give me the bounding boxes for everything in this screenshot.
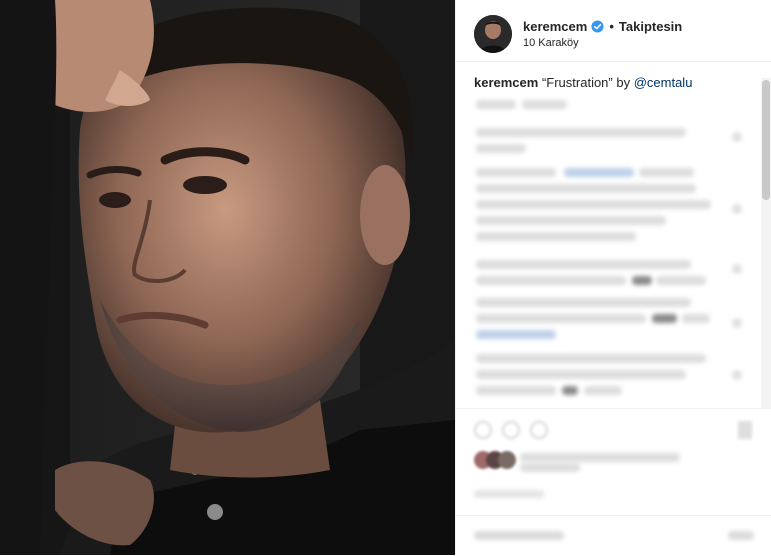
blurred-text	[632, 276, 652, 285]
header-username[interactable]: keremcem	[523, 19, 587, 34]
comment-like-icon[interactable]	[732, 370, 742, 380]
blurred-text	[476, 276, 626, 285]
blurred-text	[476, 168, 556, 177]
heart-icon[interactable]	[474, 421, 492, 439]
share-icon[interactable]	[530, 421, 548, 439]
header-meta: keremcem • Takiptesin 10 Karaköy	[523, 19, 682, 49]
portrait-image	[0, 0, 455, 555]
blurred-text	[652, 314, 677, 323]
blurred-text	[476, 184, 696, 193]
action-bar	[456, 408, 771, 449]
blurred-text	[476, 386, 556, 395]
comment-like-icon[interactable]	[732, 264, 742, 274]
avatar[interactable]	[474, 14, 512, 53]
post-photo[interactable]	[0, 0, 455, 555]
caption-mention-link[interactable]: @cemtalu	[634, 75, 693, 90]
blurred-text	[476, 128, 686, 137]
blurred-text	[562, 386, 578, 395]
caption-text: “Frustration” by	[541, 75, 634, 90]
blurred-text	[476, 232, 636, 241]
caption: keremcem “Frustration” by @cemtalu	[456, 62, 771, 92]
blurred-text	[656, 276, 706, 285]
comment-like-icon[interactable]	[732, 204, 742, 214]
blurred-text	[522, 100, 567, 109]
comment-like-icon[interactable]	[732, 132, 742, 142]
comment-like-icon[interactable]	[732, 318, 742, 328]
verified-badge-icon	[591, 19, 604, 33]
caption-username[interactable]: keremcem	[474, 75, 538, 90]
bookmark-icon[interactable]	[738, 421, 752, 439]
scrollbar-thumb[interactable]	[762, 80, 770, 200]
blurred-text	[476, 200, 711, 209]
post-timestamp	[474, 490, 544, 498]
blurred-text	[476, 298, 691, 307]
liker-avatar	[498, 451, 516, 469]
blurred-text	[476, 216, 666, 225]
blurred-text	[476, 100, 516, 109]
post-header: keremcem • Takiptesin 10 Karaköy	[456, 0, 771, 62]
add-comment-bar	[456, 515, 771, 556]
blurred-text	[520, 453, 680, 462]
instagram-post: keremcem • Takiptesin 10 Karaköy keremce…	[0, 0, 771, 555]
blurred-text	[520, 463, 580, 472]
blurred-text	[682, 314, 710, 323]
post-side-panel: keremcem • Takiptesin 10 Karaköy keremce…	[455, 0, 771, 555]
blurred-text	[476, 314, 646, 323]
likes-row[interactable]	[474, 451, 754, 472]
blurred-text	[476, 330, 556, 339]
avatar-image	[474, 14, 512, 53]
header-separator: •	[609, 18, 614, 34]
blurred-text	[564, 168, 634, 177]
comment-input[interactable]	[474, 531, 564, 540]
header-row: keremcem • Takiptesin	[523, 19, 682, 34]
comment-icon[interactable]	[502, 421, 520, 439]
post-comment-button[interactable]	[728, 531, 754, 540]
comments-scrollbar[interactable]	[761, 78, 771, 408]
blurred-text	[476, 354, 706, 363]
blurred-text	[476, 370, 686, 379]
blurred-text	[476, 144, 526, 153]
location-link[interactable]: 10 Karaköy	[523, 37, 682, 49]
blurred-text	[584, 386, 622, 395]
following-button[interactable]: Takiptesin	[619, 19, 682, 34]
blurred-text	[639, 168, 694, 177]
blurred-text	[476, 260, 691, 269]
